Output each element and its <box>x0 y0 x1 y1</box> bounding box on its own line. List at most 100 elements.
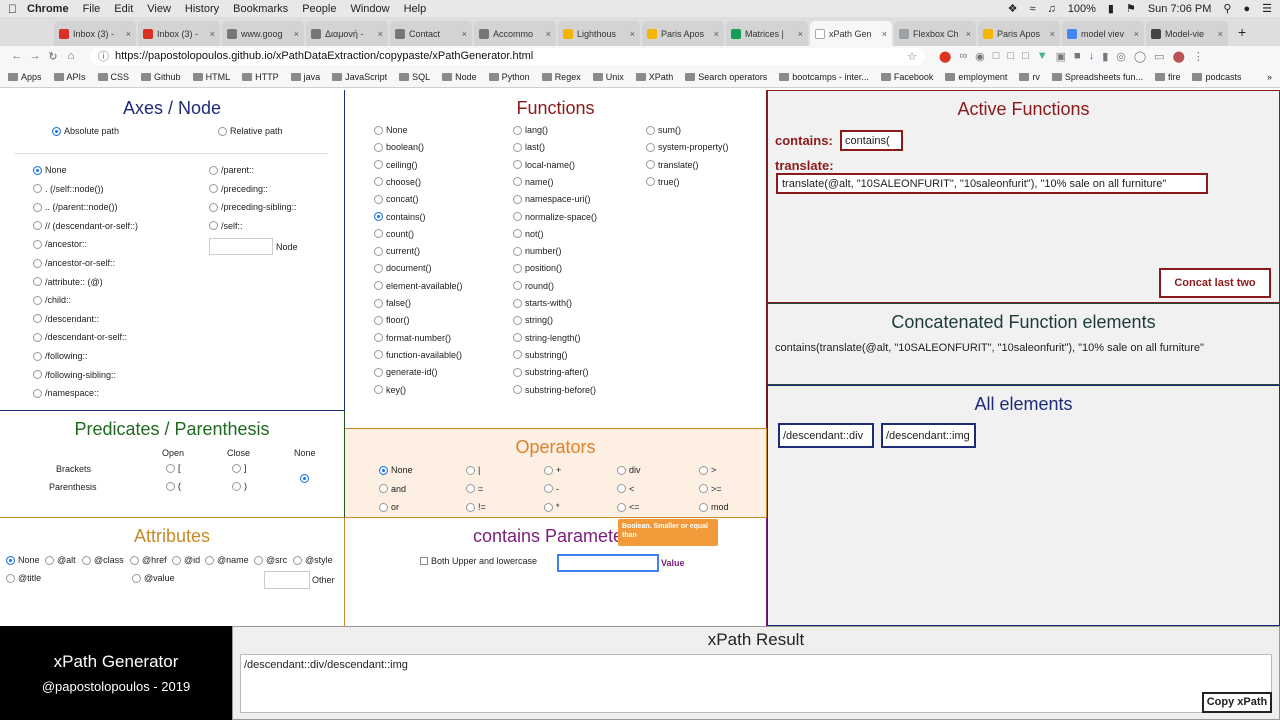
bookmark-item[interactable]: podcasts <box>1192 72 1242 82</box>
radio-icon[interactable] <box>646 142 655 152</box>
function-radio[interactable]: substring() <box>513 350 568 360</box>
bookmark-star-icon[interactable]: ☆ <box>907 50 917 63</box>
function-radio[interactable]: None <box>374 125 408 135</box>
battery-percent[interactable]: 100% <box>1068 3 1096 15</box>
extension-icon[interactable]: ◉ <box>975 50 985 63</box>
function-radio[interactable]: name() <box>513 177 554 187</box>
radio-icon[interactable] <box>513 229 522 239</box>
radio-icon[interactable] <box>379 502 388 512</box>
browser-tab[interactable]: Model-vie × <box>1146 21 1228 46</box>
radio-icon[interactable] <box>374 315 383 325</box>
radio-icon[interactable] <box>33 277 42 287</box>
menu-window[interactable]: Window <box>350 3 389 15</box>
extension-icon[interactable]: □ <box>1007 50 1014 63</box>
reload-icon[interactable]: ↻ <box>44 50 62 63</box>
radio-icon[interactable] <box>513 315 522 325</box>
element-chip[interactable]: /descendant::img <box>881 423 976 448</box>
operator-radio[interactable]: mod <box>699 502 729 512</box>
battery-icon[interactable]: ▮ <box>1108 2 1114 15</box>
radio-icon[interactable] <box>513 281 522 291</box>
operator-radio[interactable]: - <box>544 484 559 494</box>
radio-icon[interactable] <box>374 281 383 291</box>
operator-radio[interactable]: and <box>379 484 406 494</box>
function-radio[interactable]: translate() <box>646 160 699 170</box>
function-radio[interactable]: generate-id() <box>374 367 438 377</box>
radio-icon[interactable] <box>33 351 42 361</box>
radio-icon[interactable] <box>6 555 15 565</box>
attribute-radio[interactable]: None <box>6 555 40 565</box>
wifi-icon[interactable]: ≈ <box>1029 3 1035 15</box>
operator-radio[interactable]: >= <box>699 484 722 494</box>
function-radio[interactable]: function-available() <box>374 350 462 360</box>
attribute-radio[interactable]: @src <box>254 555 287 565</box>
menu-help[interactable]: Help <box>404 3 427 15</box>
function-radio[interactable]: floor() <box>374 315 410 325</box>
radio-icon[interactable] <box>544 484 553 494</box>
function-radio[interactable]: string-length() <box>513 333 581 343</box>
radio-icon[interactable] <box>132 573 141 583</box>
more-bookmarks-icon[interactable]: » <box>1267 72 1272 82</box>
radio-icon[interactable] <box>254 555 263 565</box>
attribute-radio[interactable]: @alt <box>45 555 76 565</box>
attribute-radio[interactable]: @name <box>205 555 249 565</box>
predicate-none-radio[interactable] <box>300 474 312 483</box>
function-radio[interactable]: round() <box>513 281 554 291</box>
node-input[interactable] <box>209 238 273 255</box>
menu-view[interactable]: View <box>147 3 171 15</box>
attribute-radio[interactable]: @value <box>132 573 175 583</box>
extension-icon[interactable]: ■ <box>1074 50 1081 63</box>
radio-icon[interactable] <box>209 165 218 175</box>
menu-people[interactable]: People <box>302 3 336 15</box>
bookmark-item[interactable]: Node <box>442 72 477 82</box>
axis-radio[interactable]: /preceding:: <box>209 184 268 194</box>
tab-close-icon[interactable]: × <box>798 29 803 39</box>
operator-radio[interactable]: + <box>544 465 561 475</box>
radio-icon[interactable] <box>513 350 522 360</box>
function-radio[interactable]: true() <box>646 177 680 187</box>
bookmark-item[interactable]: HTTP <box>242 72 279 82</box>
function-radio[interactable]: count() <box>374 229 414 239</box>
radio-icon[interactable] <box>374 142 383 152</box>
axis-radio[interactable]: . (/self::node()) <box>33 184 104 194</box>
bookmark-item[interactable]: Spreadsheets fun... <box>1051 72 1143 82</box>
back-icon[interactable]: ← <box>8 50 26 62</box>
axis-radio[interactable]: /ancestor-or-self:: <box>33 258 115 268</box>
user-icon[interactable]: ● <box>1243 3 1250 15</box>
function-radio[interactable]: position() <box>513 263 562 273</box>
browser-tab[interactable]: Matrices | × <box>726 21 808 46</box>
contains-active-field[interactable]: contains( <box>840 130 903 151</box>
bookmark-item[interactable]: Apps <box>8 72 42 82</box>
bookmark-item[interactable]: bootcamps - inter... <box>779 72 869 82</box>
address-bar[interactable]: ⓘ https://papostolopoulos.github.io/xPat… <box>90 47 925 65</box>
flag-icon[interactable]: ⚑ <box>1126 2 1136 15</box>
function-radio[interactable]: local-name() <box>513 160 575 170</box>
radio-icon[interactable] <box>513 212 522 221</box>
bookmark-item[interactable]: employment <box>945 72 1007 82</box>
menu-bookmarks[interactable]: Bookmarks <box>233 3 288 15</box>
function-radio[interactable]: document() <box>374 263 432 273</box>
browser-tab[interactable]: Διαμονή - × <box>306 21 388 46</box>
app-menu-chrome[interactable]: Chrome <box>27 3 69 15</box>
radio-icon[interactable] <box>374 350 383 360</box>
radio-icon[interactable] <box>374 125 383 135</box>
volume-icon[interactable]: ♫ <box>1047 3 1055 15</box>
function-radio[interactable]: string() <box>513 315 553 325</box>
both-case-checkbox[interactable]: Both Upper and lowercase <box>420 556 537 566</box>
browser-tab[interactable]: Paris Apos × <box>642 21 724 46</box>
radio-icon[interactable] <box>232 481 241 491</box>
browser-tab[interactable]: xPath Gen × <box>810 21 892 46</box>
radio-icon[interactable] <box>33 370 42 380</box>
relative-path-radio[interactable]: Relative path <box>218 126 283 136</box>
browser-tab[interactable]: www.goog × <box>222 21 304 46</box>
axis-radio[interactable]: None <box>33 165 67 175</box>
radio-icon[interactable] <box>646 160 655 170</box>
menu-history[interactable]: History <box>185 3 219 15</box>
radio-icon[interactable] <box>544 502 553 512</box>
other-attribute-input[interactable] <box>264 571 310 589</box>
radio-icon[interactable] <box>466 465 475 475</box>
radio-icon[interactable] <box>33 239 42 249</box>
radio-icon[interactable] <box>172 555 181 565</box>
radio-icon[interactable] <box>374 333 383 343</box>
radio-icon[interactable] <box>52 126 61 136</box>
extension-icon[interactable]: ▮ <box>1102 50 1108 63</box>
